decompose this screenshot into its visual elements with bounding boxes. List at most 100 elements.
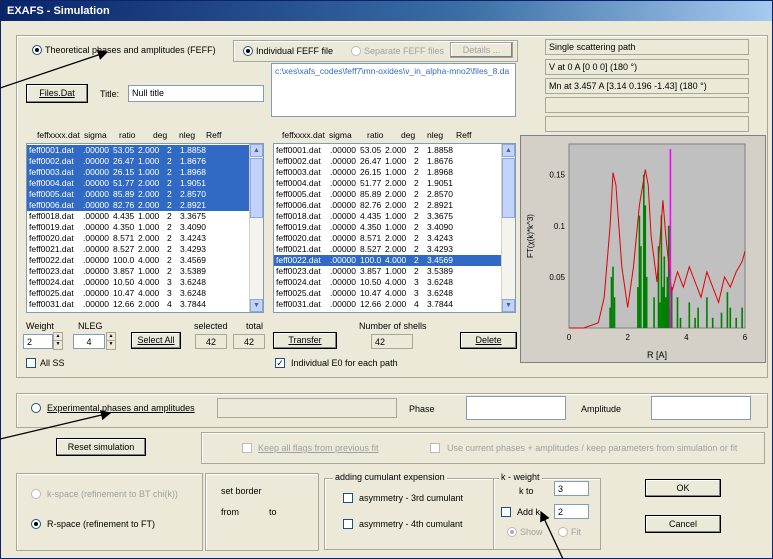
list-item[interactable]: feff0002.dat .00000 26.47 1.000 2 1.8676 <box>274 156 503 167</box>
list-cell: 2.8921 <box>180 200 206 210</box>
asym4-checkbox[interactable] <box>343 519 353 529</box>
feff-path-field[interactable]: c:\xes\xafs_codes\feff7\mn-oxides\v_in_a… <box>271 63 516 117</box>
weight-spinner[interactable]: ▲ ▼ <box>53 332 63 350</box>
individual-e0-checkbox[interactable]: ✓ <box>275 358 285 368</box>
individual-feff-radio[interactable] <box>243 46 253 56</box>
list-item[interactable]: feff0032.dat .00000 10.53 4.000 3 3.7884 <box>274 310 503 312</box>
list-cell: 2 <box>167 244 172 254</box>
scroll-thumb[interactable] <box>502 158 515 218</box>
separate-feff-radio[interactable] <box>351 46 361 56</box>
list-item[interactable]: feff0018.dat .00000 4.435 1.000 2 3.3675 <box>274 211 503 222</box>
list-item[interactable]: feff0005.dat .00000 85.89 2.000 2 2.8570 <box>274 189 503 200</box>
list-item[interactable]: feff0005.dat .00000 85.89 2.000 2 2.8570 <box>27 189 251 200</box>
spin-down-icon[interactable]: ▼ <box>107 341 115 349</box>
list-item[interactable]: feff0025.dat .00000 10.47 4.000 3 3.6248 <box>27 288 251 299</box>
list-item[interactable]: feff0001.dat .00000 53.05 2.000 2 1.8858 <box>27 145 251 156</box>
kspace-radio[interactable] <box>31 489 41 499</box>
path-info-line-3: Mn at 3.457 A [3.14 0.196 -1.43] (180 °) <box>545 78 749 94</box>
spin-down-icon[interactable]: ▼ <box>54 341 62 349</box>
list-item[interactable]: feff0006.dat .00000 82.76 2.000 2 2.8921 <box>274 200 503 211</box>
right-hdr-deg: deg <box>401 130 416 140</box>
list-item[interactable]: feff0020.dat .00000 8.571 2.000 2 3.4243 <box>27 233 251 244</box>
list-item[interactable]: feff0019.dat .00000 4.350 1.000 2 3.4090 <box>274 222 503 233</box>
list-item[interactable]: feff0024.dat .00000 10.50 4.000 3 3.6248 <box>27 277 251 288</box>
list-cell: 10.50 <box>113 277 135 287</box>
path-amplitude-bar <box>640 246 642 328</box>
list-cell: 51.77 <box>113 178 135 188</box>
delete-button[interactable]: Delete <box>460 332 517 349</box>
scroll-up-icon[interactable]: ▲ <box>502 144 515 157</box>
list-item[interactable]: feff0001.dat .00000 53.05 2.000 2 1.8858 <box>274 145 503 156</box>
list-cell: 1.000 <box>385 211 407 221</box>
spin-up-icon[interactable]: ▲ <box>107 333 115 341</box>
list-item[interactable]: feff0019.dat .00000 4.350 1.000 2 3.4090 <box>27 222 251 233</box>
list-cell: 2.000 <box>138 189 160 199</box>
cancel-button[interactable]: Cancel <box>645 515 721 533</box>
scroll-down-icon[interactable]: ▼ <box>250 299 263 312</box>
phase-field[interactable] <box>466 396 566 420</box>
list-item[interactable]: feff0023.dat .00000 3.857 1.000 2 3.5389 <box>27 266 251 277</box>
nleg-spinner[interactable]: ▲ ▼ <box>106 332 116 350</box>
transfer-button[interactable]: Transfer <box>273 332 337 349</box>
reset-simulation-button[interactable]: Reset simulation <box>56 438 146 456</box>
list-item[interactable]: feff0003.dat .00000 26.15 1.000 2 1.8968 <box>27 167 251 178</box>
list-cell: feff0019.dat <box>29 222 74 232</box>
theoretical-phases-radio[interactable] <box>32 45 42 55</box>
rspace-radio[interactable] <box>31 519 41 529</box>
list-item[interactable]: feff0031.dat .00000 12.66 2.000 4 3.7844 <box>27 299 251 310</box>
list-cell: 82.76 <box>113 200 135 210</box>
list-item[interactable]: feff0021.dat .00000 8.527 2.000 2 3.4293 <box>274 244 503 255</box>
list-cell: .00000 <box>330 277 356 287</box>
right-list-scrollbar[interactable]: ▲ ▼ <box>501 144 515 312</box>
list-item[interactable]: feff0025.dat .00000 10.47 4.000 3 3.6248 <box>274 288 503 299</box>
list-item[interactable]: feff0032.dat .00000 10.53 4.000 3 3.7884 <box>27 310 251 312</box>
right-hdr-sigma: sigma <box>329 130 352 140</box>
path-amplitude-bar <box>735 317 737 328</box>
all-ss-checkbox[interactable] <box>26 358 36 368</box>
path-amplitude-bar <box>711 317 714 328</box>
scroll-up-icon[interactable]: ▲ <box>250 144 263 157</box>
left-list-scrollbar[interactable]: ▲ ▼ <box>249 144 263 312</box>
list-item[interactable]: feff0022.dat .00000 100.0 4.000 2 3.4569 <box>274 255 503 266</box>
list-cell: 2.8921 <box>427 200 453 210</box>
list-cell: 8.527 <box>113 244 135 254</box>
list-cell: 1.8968 <box>427 167 453 177</box>
list-cell: feff0001.dat <box>276 145 321 155</box>
spin-up-icon[interactable]: ▲ <box>54 333 62 341</box>
use-current-checkbox[interactable] <box>430 443 440 453</box>
ok-button[interactable]: OK <box>645 479 721 497</box>
list-item[interactable]: feff0004.dat .00000 51.77 2.000 2 1.9051 <box>274 178 503 189</box>
kto-field[interactable]: 3 <box>554 481 589 496</box>
weight-field[interactable]: 2 <box>23 334 53 349</box>
selected-path-bar <box>669 149 672 328</box>
list-item[interactable]: feff0022.dat .00000 100.0 4.000 2 3.4569 <box>27 255 251 266</box>
list-item[interactable]: feff0002.dat .00000 26.47 1.000 2 1.8676 <box>27 156 251 167</box>
addk-checkbox[interactable] <box>501 507 511 517</box>
list-item[interactable]: feff0024.dat .00000 10.50 4.000 3 3.6248 <box>274 277 503 288</box>
list-item[interactable]: feff0003.dat .00000 26.15 1.000 2 1.8968 <box>274 167 503 178</box>
amplitude-field[interactable] <box>651 396 751 420</box>
list-item[interactable]: feff0018.dat .00000 4.435 1.000 2 3.3675 <box>27 211 251 222</box>
list-item[interactable]: feff0006.dat .00000 82.76 2.000 2 2.8921 <box>27 200 251 211</box>
scroll-thumb[interactable] <box>250 158 263 218</box>
list-item[interactable]: feff0031.dat .00000 12.66 2.000 4 3.7844 <box>274 299 503 310</box>
list-item[interactable]: feff0004.dat .00000 51.77 2.000 2 1.9051 <box>27 178 251 189</box>
details-button[interactable]: Details ... <box>450 42 513 58</box>
right-path-list[interactable]: feff0001.dat .00000 53.05 2.000 2 1.8858 feff0… <box>273 143 516 313</box>
list-item[interactable]: feff0021.dat .00000 8.527 2.000 2 3.4293 <box>27 244 251 255</box>
keep-flags-checkbox[interactable] <box>242 443 252 453</box>
show-radio[interactable] <box>507 527 517 537</box>
list-item[interactable]: feff0023.dat .00000 3.857 1.000 2 3.5389 <box>274 266 503 277</box>
left-path-list[interactable]: feff0001.dat .00000 53.05 2.000 2 1.8858 feff0… <box>26 143 264 313</box>
fit-radio[interactable] <box>558 527 568 537</box>
files-dat-button[interactable]: Files.Dat <box>26 84 88 103</box>
list-item[interactable]: feff0020.dat .00000 8.571 2.000 2 3.4243 <box>274 233 503 244</box>
list-cell: 2 <box>167 145 172 155</box>
asym3-checkbox[interactable] <box>343 493 353 503</box>
select-all-button[interactable]: Select All <box>131 332 181 349</box>
nleg-field[interactable]: 4 <box>73 334 105 349</box>
experimental-phases-radio[interactable] <box>31 403 41 413</box>
title-field[interactable]: Null title <box>128 85 264 102</box>
scroll-down-icon[interactable]: ▼ <box>502 299 515 312</box>
addk-field[interactable]: 2 <box>554 504 589 519</box>
